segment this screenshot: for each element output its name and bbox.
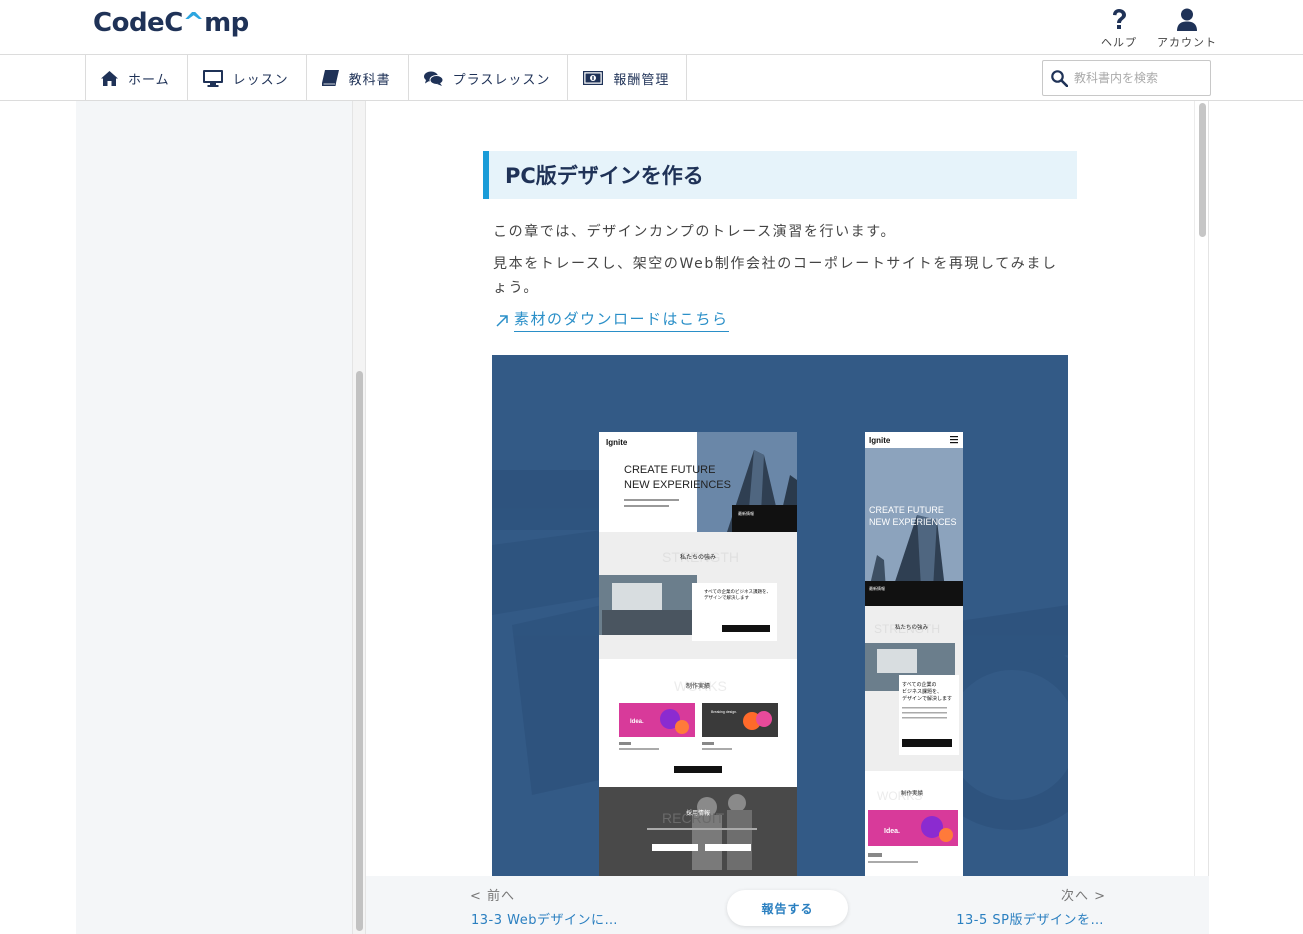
pc-hero-line2: NEW EXPERIENCES (624, 479, 731, 491)
nav-item-textbook[interactable]: 教科書 (307, 55, 409, 101)
logo-hat-icon: ^ (182, 8, 205, 38)
nav-label-lesson: レッスン (232, 72, 289, 88)
nav-item-home[interactable]: ホーム (86, 55, 188, 101)
main-nav: ホーム レッスン 教科書 プラスレッスン 報酬管理 (85, 55, 688, 101)
design-mockup-image: Ignite CREATE FUTURE NEW EXPERIENCES 最新情… (492, 355, 1068, 915)
search-icon (1051, 69, 1068, 87)
nav-label-home: ホーム (128, 72, 170, 88)
money-icon (583, 71, 604, 85)
nav-label-reward: 報酬管理 (613, 72, 670, 88)
top-header: CodeC^mp ヘルプ アカウント (0, 0, 1303, 55)
content-scrollbar[interactable] (1194, 101, 1209, 934)
pc-works-title: 制作実績 (686, 682, 710, 690)
question-icon (1113, 9, 1126, 29)
next-label[interactable]: 次へ > (1061, 885, 1106, 904)
pc-strength-copy2: デザインで解決します (704, 594, 749, 601)
prev-lesson-link[interactable]: 13-3 Webデザインに… (471, 909, 618, 928)
book-icon (321, 70, 339, 86)
content-scrollbar-thumb[interactable] (1199, 103, 1206, 237)
nav-item-plus-lesson[interactable]: プラスレッスン (409, 55, 569, 101)
help-button[interactable]: ヘルプ (1101, 8, 1137, 50)
sp-mockup: Ignite CREATE FUTURE NEW EXPERIENCES 最新情… (865, 432, 963, 915)
pc-news-label: 最新情報 (738, 510, 754, 516)
search-input[interactable] (1074, 71, 1204, 85)
pc-strength-copy1: すべての企業のビジネス課題を、 (704, 588, 771, 595)
nav-label-plus-lesson: プラスレッスン (452, 72, 551, 88)
lesson-content: PC版デザインを作る この章では、デザインカンプのトレース演習を行います。 見本… (366, 101, 1194, 934)
pc-strength-title: 私たちの強み (680, 553, 716, 561)
sp-strength-copy1: すべての企業の (902, 681, 936, 688)
sp-news-label: 最新情報 (869, 585, 885, 591)
external-arrow-icon (496, 314, 508, 327)
account-label: アカウント (1157, 36, 1217, 49)
sp-works-card1: Idea. (884, 828, 900, 835)
sp-brand: Ignite (869, 436, 891, 445)
left-scrollbar-thumb[interactable] (356, 371, 363, 931)
codecamp-logo[interactable]: CodeC^mp (93, 8, 249, 38)
download-link[interactable]: 素材のダウンロードはこちら (495, 308, 729, 332)
sp-strength-copy2: ビジネス課題を、 (902, 688, 942, 695)
main-nav-bar: ホーム レッスン 教科書 プラスレッスン 報酬管理 教科書内を検索 (0, 55, 1303, 101)
download-link-text: 素材のダウンロードはこちら (514, 308, 729, 332)
nav-item-lesson[interactable]: レッスン (188, 55, 307, 101)
intro-paragraph-2: 見本をトレースし、架空のWeb制作会社のコーポレートサイトを再現してみましょう。 (493, 256, 1058, 296)
section-heading: PC版デザインを作る (483, 151, 1077, 199)
report-button[interactable]: 報告する (727, 890, 848, 926)
account-button[interactable]: アカウント (1157, 8, 1217, 50)
lesson-pager: < 前へ 13-3 Webデザインに… 報告する 次へ > 13-5 SP版デザ… (366, 876, 1209, 934)
help-label: ヘルプ (1101, 36, 1137, 49)
sp-strength-title: 私たちの強み (895, 623, 929, 631)
nav-label-textbook: 教科書 (348, 72, 391, 88)
monitor-icon (202, 69, 223, 87)
intro-paragraph-1: この章では、デザインカンプのトレース演習を行います。 (493, 224, 897, 240)
pc-brand: Ignite (606, 438, 628, 447)
nav-item-reward[interactable]: 報酬管理 (568, 55, 688, 101)
pc-recruit-title: 採用情報 (686, 809, 710, 817)
next-lesson-link[interactable]: 13-5 SP版デザインを… (956, 909, 1104, 928)
pc-works-card2: Breaking design. (711, 710, 737, 714)
left-scrollbar[interactable] (352, 101, 366, 934)
sp-strength-copy3: デザインで解決します (902, 695, 952, 702)
logo-text-prefix: Code (93, 8, 165, 38)
chat-icon (423, 71, 443, 86)
sp-hero-line1: CREATE FUTURE (869, 505, 944, 515)
sp-works-title: 制作実績 (901, 789, 924, 797)
sp-hero-line2: NEW EXPERIENCES (869, 517, 957, 527)
user-icon (1177, 8, 1197, 31)
left-sidebar (76, 101, 352, 934)
mockup-illustration: Ignite CREATE FUTURE NEW EXPERIENCES 最新情… (492, 432, 1068, 915)
pc-hero-line1: CREATE FUTURE (624, 464, 715, 476)
logo-text-c: C (164, 8, 183, 38)
prev-label[interactable]: < 前へ (470, 885, 515, 904)
textbook-search[interactable] (1042, 60, 1211, 96)
pc-works-card1: Idea. (630, 719, 644, 725)
logo-text-rest: mp (204, 8, 249, 38)
home-icon (101, 70, 118, 86)
pc-mockup: Ignite CREATE FUTURE NEW EXPERIENCES 最新情… (599, 432, 797, 915)
